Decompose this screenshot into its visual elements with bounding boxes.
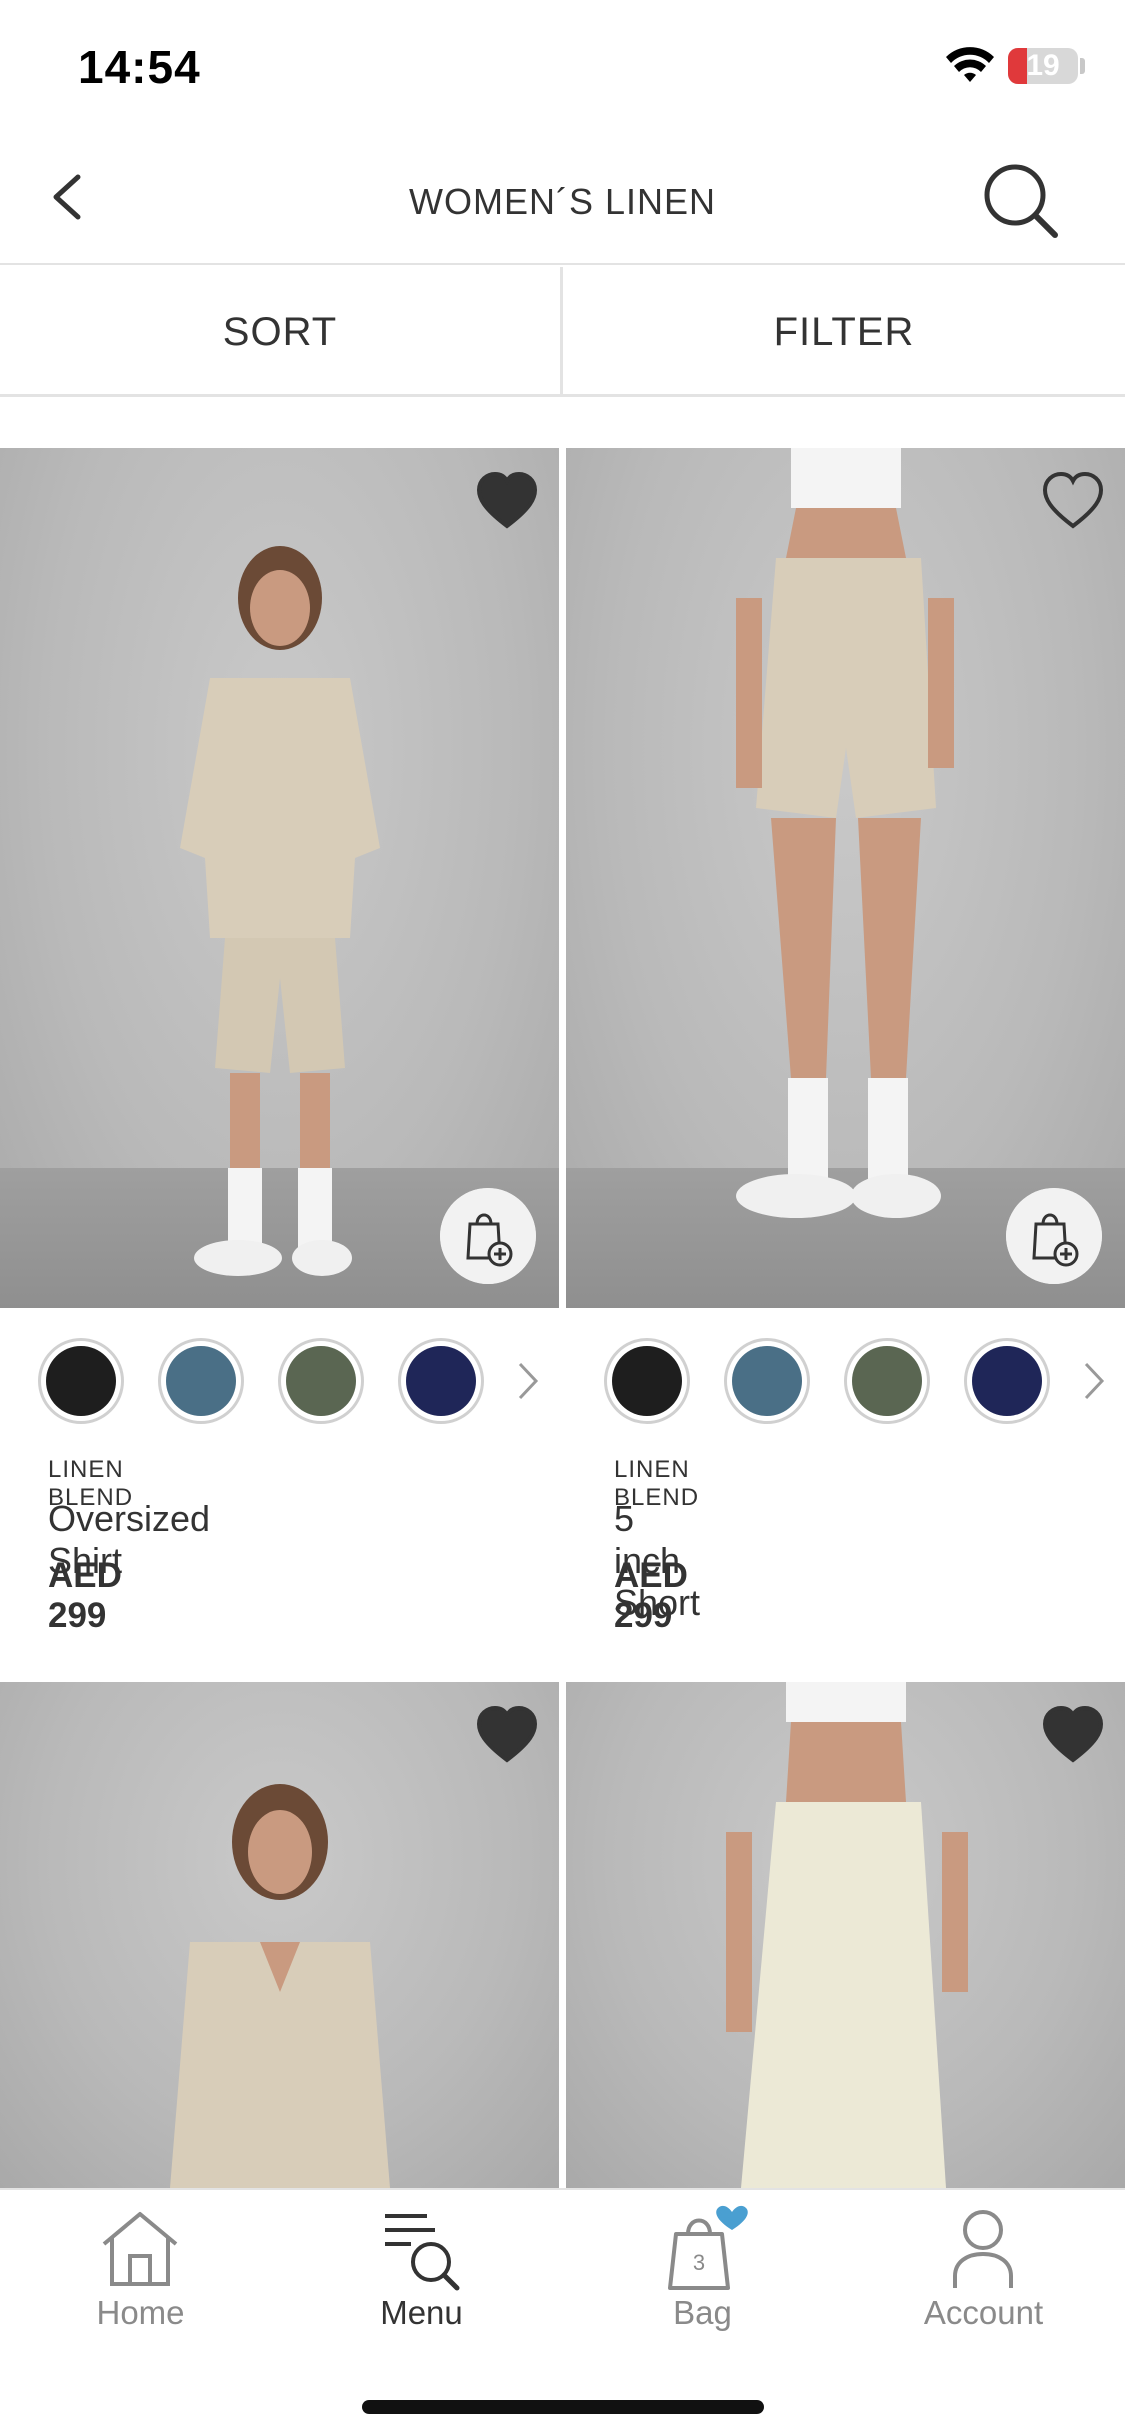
color-swatches (604, 1338, 1124, 1438)
color-swatch[interactable] (964, 1338, 1050, 1424)
chevron-right-icon[interactable] (1074, 1356, 1114, 1406)
tab-label: Home (96, 2294, 185, 2331)
product-price: AED 299 (614, 1556, 688, 1635)
color-swatches (38, 1338, 558, 1438)
color-swatch[interactable] (158, 1338, 244, 1424)
page-title: WOMEN´S LINEN (408, 181, 716, 222)
color-swatch[interactable] (724, 1338, 810, 1424)
product-image[interactable] (0, 448, 559, 1308)
add-to-bag-icon[interactable] (1006, 1188, 1102, 1284)
tab-account[interactable]: Account (843, 2190, 1124, 2350)
header: WOMEN´S LINEN (0, 135, 1125, 265)
bag-count: 3 (693, 2250, 705, 2275)
model-figure (736, 448, 954, 1218)
battery-icon: 19 (1008, 48, 1078, 84)
heart-icon[interactable] (475, 470, 539, 534)
model-figure (180, 546, 380, 1276)
color-swatch[interactable] (844, 1338, 930, 1424)
tab-label: Bag (673, 2294, 732, 2331)
tab-bar: Home Menu 3 Bag Account (0, 2188, 1125, 2436)
account-icon (953, 2210, 1013, 2288)
search-icon[interactable] (975, 155, 1065, 245)
home-indicator (362, 2400, 764, 2414)
tab-label: Menu (380, 2294, 463, 2331)
product-image[interactable] (0, 1682, 559, 2188)
product-price: AED 299 (48, 1556, 122, 1635)
status-time: 14:54 (78, 41, 201, 93)
tab-label: Account (923, 2294, 1044, 2331)
product-image[interactable] (566, 448, 1125, 1308)
tab-menu[interactable]: Menu (281, 2190, 562, 2350)
sort-button[interactable]: SORT (0, 267, 560, 397)
color-swatch[interactable] (278, 1338, 364, 1424)
battery-tip (1080, 58, 1085, 74)
heart-icon[interactable] (475, 1704, 539, 1768)
chevron-right-icon[interactable] (508, 1356, 548, 1406)
menu-search-icon (385, 2214, 460, 2291)
tab-home[interactable]: Home (0, 2190, 281, 2350)
home-icon (102, 2212, 178, 2286)
status-bar: 14:54 19 (0, 0, 1125, 135)
battery-level: 19 (1026, 49, 1060, 82)
heart-icon[interactable] (1041, 1704, 1105, 1768)
heart-outline-icon[interactable] (1041, 470, 1105, 534)
wifi-icon (946, 47, 994, 82)
add-to-bag-icon[interactable] (440, 1188, 536, 1284)
back-chevron-icon[interactable] (40, 155, 100, 235)
color-swatch[interactable] (604, 1338, 690, 1424)
sort-filter-bar: SORT FILTER (0, 267, 1125, 397)
color-swatch[interactable] (38, 1338, 124, 1424)
bag-icon: 3 (668, 2205, 748, 2290)
model-figure (170, 1784, 390, 2188)
color-swatch[interactable] (398, 1338, 484, 1424)
tab-bag[interactable]: 3 Bag (562, 2190, 843, 2350)
model-figure (726, 1682, 968, 2188)
filter-button[interactable]: FILTER (563, 267, 1125, 397)
product-image[interactable] (566, 1682, 1125, 2188)
